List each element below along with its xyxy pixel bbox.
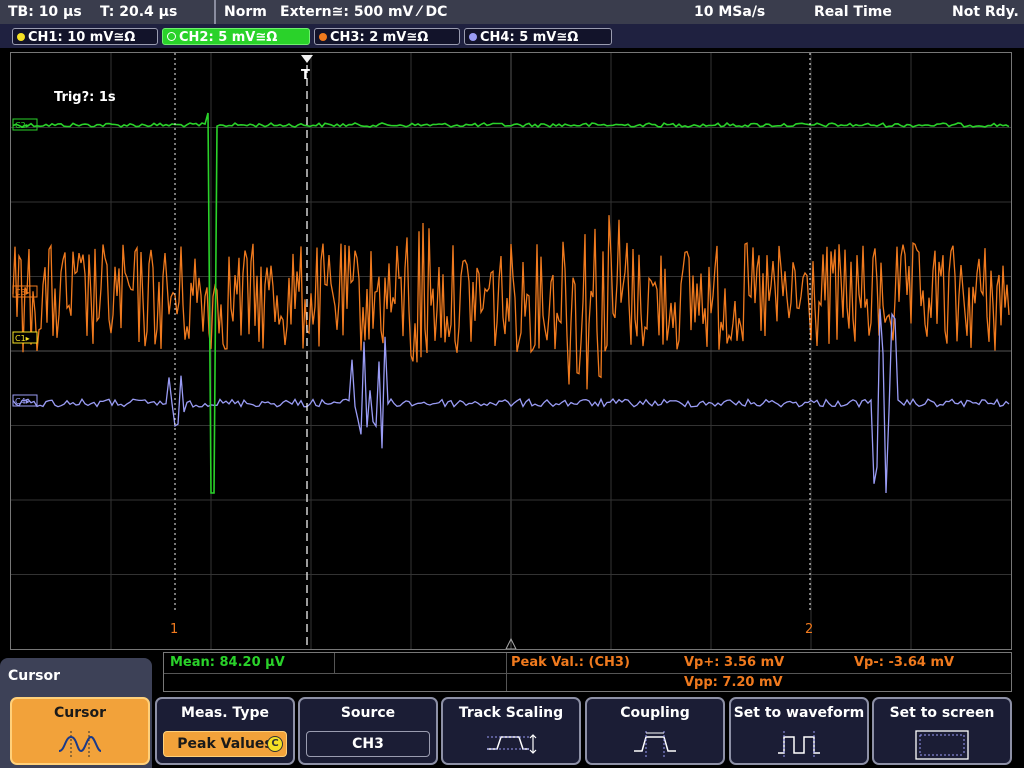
cursor-1-label: 1 bbox=[170, 622, 178, 637]
divider bbox=[214, 0, 216, 24]
menu-title: Cursor bbox=[8, 668, 61, 684]
channel-3-label: CH3: 2 mV≅Ω bbox=[330, 30, 429, 45]
timebase-readout[interactable]: TB: 10 µs bbox=[8, 0, 82, 24]
trigger-marker-label: T bbox=[301, 68, 310, 83]
ch1-marker-label: C1▸ bbox=[15, 334, 30, 343]
sample-rate: 10 MSa/s bbox=[694, 4, 766, 20]
cursor-2-label: 2 bbox=[805, 622, 813, 637]
set-to-screen-icon bbox=[915, 730, 969, 760]
divider bbox=[506, 653, 507, 691]
divider bbox=[164, 673, 1012, 674]
channel-3-button[interactable]: CH3: 2 mV≅Ω bbox=[314, 28, 460, 45]
trigger-mode[interactable]: Norm bbox=[224, 0, 267, 24]
source-softkey[interactable]: Source CH3 bbox=[298, 697, 438, 765]
cursor-waveform-icon bbox=[58, 731, 102, 757]
channel-1-button[interactable]: CH1: 10 mV≅Ω bbox=[12, 28, 158, 45]
coupling-icon bbox=[634, 731, 676, 757]
trigger-status: Trig?: 1s bbox=[54, 90, 116, 105]
waveform-display[interactable]: C2▸ C3▸ C1▸ C4▸ T 1 2 bbox=[10, 52, 1012, 650]
ch4-marker-label: C4▸ bbox=[15, 397, 30, 406]
ready-state: Not Rdy. bbox=[952, 4, 1019, 20]
channel-4-label: CH4: 5 mV≅Ω bbox=[480, 30, 579, 45]
set-to-waveform-softkey[interactable]: Set to waveform bbox=[729, 697, 869, 765]
channel-2-label: CH2: 5 mV≅Ω bbox=[179, 30, 278, 45]
status-bar: TB: 10 µs T: 20.4 µs Norm Extern≅: 500 m… bbox=[0, 0, 1024, 24]
waveform-svg: C2▸ C3▸ C1▸ C4▸ T 1 2 bbox=[11, 53, 1011, 649]
meas-type-softkey[interactable]: Meas. Type Peak Values C bbox=[155, 697, 295, 765]
meas-type-title: Meas. Type bbox=[181, 705, 269, 721]
acquisition-mode: Real Time bbox=[814, 4, 892, 20]
cursor-softkey-title: Cursor bbox=[53, 705, 106, 721]
rotary-knob-icon: C bbox=[267, 736, 283, 752]
track-scaling-title: Track Scaling bbox=[458, 705, 564, 721]
ch2-marker-label: C2▸ bbox=[15, 121, 30, 130]
coupling-title: Coupling bbox=[620, 705, 690, 721]
vpp-value: Vpp: 7.20 mV bbox=[684, 675, 783, 690]
trigger-time-readout[interactable]: T: 20.4 µs bbox=[100, 0, 177, 24]
vp-minus-value: Vp-: -3.64 mV bbox=[854, 655, 955, 670]
source-value[interactable]: CH3 bbox=[306, 731, 430, 757]
channel-1-label: CH1: 10 mV≅Ω bbox=[28, 30, 136, 45]
channel-3-indicator-icon bbox=[319, 33, 327, 41]
vp-plus-value: Vp+: 3.56 mV bbox=[684, 655, 785, 670]
channel-2-button[interactable]: CH2: 5 mV≅Ω bbox=[162, 28, 310, 45]
track-scaling-icon bbox=[487, 734, 537, 754]
track-scaling-softkey[interactable]: Track Scaling bbox=[441, 697, 581, 765]
set-to-waveform-title: Set to waveform bbox=[733, 705, 865, 721]
channel-4-indicator-icon bbox=[469, 33, 477, 41]
set-to-screen-title: Set to screen bbox=[889, 705, 995, 721]
divider bbox=[334, 653, 335, 673]
channel-1-indicator-icon bbox=[17, 33, 25, 41]
ch3-marker-label: C3▸ bbox=[15, 288, 30, 297]
channel-2-indicator-icon bbox=[167, 32, 176, 41]
set-to-waveform-icon bbox=[778, 731, 820, 757]
set-to-screen-softkey[interactable]: Set to screen bbox=[872, 697, 1012, 765]
trigger-source[interactable]: Extern≅: 500 mV ⁄ DC bbox=[280, 0, 447, 24]
coupling-softkey[interactable]: Coupling bbox=[585, 697, 725, 765]
channel-bar: CH1: 10 mV≅Ω CH2: 5 mV≅Ω CH3: 2 mV≅Ω CH4… bbox=[0, 24, 1024, 48]
peak-values-title: Peak Val.: (CH3) bbox=[511, 655, 630, 670]
mean-value: Mean: 84.20 µV bbox=[170, 655, 285, 670]
channel-4-button[interactable]: CH4: 5 mV≅Ω bbox=[464, 28, 612, 45]
measurement-bar: Mean: 84.20 µV Peak Val.: (CH3) Vp+: 3.5… bbox=[163, 652, 1012, 692]
source-title: Source bbox=[340, 705, 396, 721]
grid bbox=[11, 53, 1011, 649]
cursor-softkey[interactable]: Cursor bbox=[10, 697, 150, 765]
